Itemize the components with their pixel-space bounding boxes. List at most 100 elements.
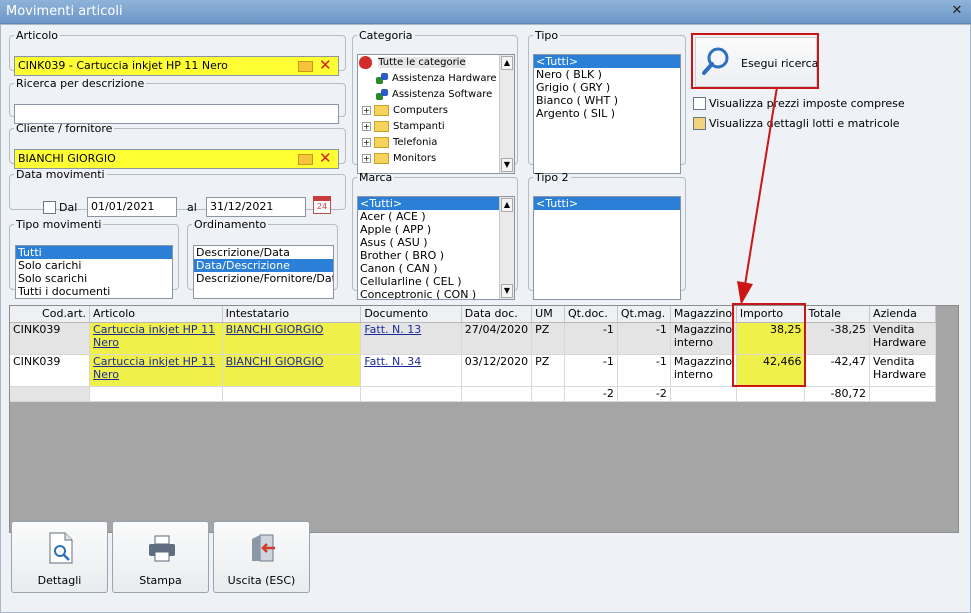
tree-root[interactable]: Tutte le categorie [358,55,514,71]
tipo-item[interactable]: Nero ( BLK ) [534,68,680,81]
categoria-scrollbar[interactable]: ▲ ▼ [499,55,514,173]
totals-cell [736,386,806,402]
tipo-movimenti-item[interactable]: Solo carichi [16,259,172,272]
tree-item[interactable]: + Computers [358,103,514,119]
cell-link[interactable]: BIANCHI GIORGIO [226,323,324,336]
tree-item[interactable]: + Monitors [358,151,514,167]
dal-label: Dal [59,201,78,214]
uscita-button[interactable]: Uscita (ESC) [213,521,310,593]
scroll-down-icon[interactable]: ▼ [501,158,513,172]
tipo-item[interactable]: Grigio ( GRY ) [534,81,680,94]
table-cell: 03/12/2020 [461,354,533,387]
expand-icon[interactable]: + [362,105,371,115]
table-cell[interactable]: Cartuccia inkjet HP 11 Nero [89,354,223,387]
column-header[interactable]: Articolo [89,306,223,323]
close-icon[interactable]: ✕ [949,4,965,18]
tipo-item[interactable]: Argento ( SIL ) [534,107,680,120]
column-header[interactable]: Data doc. [461,306,533,323]
folder-open-icon[interactable] [298,61,313,72]
folder-open-icon[interactable] [298,154,313,165]
tree-item[interactable]: + Telefonia [358,135,514,151]
column-header[interactable]: Intestatario [222,306,362,323]
scroll-down-icon[interactable]: ▼ [501,284,513,298]
marca-item[interactable]: Conceptronic ( CON ) [358,288,514,299]
totals-cell [222,386,362,402]
annotation-arrow [737,86,778,305]
column-header[interactable]: UM [531,306,565,323]
tree-item[interactable]: + Stampanti [358,119,514,135]
tipo-movimenti-item[interactable]: Solo scarichi [16,272,172,285]
clear-icon[interactable]: ✕ [319,149,332,167]
cell-link[interactable]: Fatt. N. 34 [364,355,421,368]
tipo-item[interactable]: Bianco ( WHT ) [534,94,680,107]
marca-item[interactable]: Asus ( ASU ) [358,236,514,249]
tipo-list[interactable]: <Tutti> Nero ( BLK ) Grigio ( GRY ) Bianco … [533,54,681,174]
exit-icon [252,534,275,562]
ordinamento-item[interactable]: Descrizione/Data [194,246,333,259]
descrizione-input[interactable] [14,104,339,124]
date-from-input[interactable]: 01/01/2021 [87,197,177,217]
dettagli-checkbox[interactable] [693,117,706,130]
stampa-button-label: Stampa [139,574,182,587]
marca-item[interactable]: Apple ( APP ) [358,223,514,236]
table-cell[interactable]: Cartuccia inkjet HP 11 Nero [89,322,223,355]
tipo2-list[interactable]: <Tutti> [533,196,681,300]
expand-icon[interactable]: + [362,137,371,147]
dettagli-button[interactable]: Dettagli [11,521,108,593]
cell-link[interactable]: Cartuccia inkjet HP 11 Nero [93,323,215,349]
al-label: al [187,201,197,214]
articolo-field[interactable]: CINK039 - Cartuccia inkjet HP 11 Nero [14,56,339,76]
marca-item[interactable]: Canon ( CAN ) [358,262,514,275]
tipo-movimenti-item[interactable]: Tutti [16,246,172,259]
stampa-button[interactable]: Stampa [112,521,209,593]
dal-checkbox[interactable] [43,201,56,214]
cell-link[interactable]: Fatt. N. 13 [364,323,421,336]
expand-icon[interactable]: + [362,121,371,131]
column-header[interactable]: Qt.mag. [617,306,671,323]
table-cell: -1 [617,354,671,387]
column-header[interactable]: Documento [360,306,462,323]
marca-item[interactable]: Brother ( BRO ) [358,249,514,262]
table-cell[interactable]: BIANCHI GIORGIO [222,354,362,387]
marca-item[interactable]: Cellularline ( CEL ) [358,275,514,288]
ordinamento-item[interactable]: Descrizione/Fornitore/Data [194,272,333,285]
table-cell[interactable]: BIANCHI GIORGIO [222,322,362,355]
table-row[interactable]: CINK039 Cartuccia inkjet HP 11 Nero BIANCH… [10,322,936,355]
marca-scrollbar[interactable]: ▲ ▼ [499,197,514,299]
expand-icon[interactable]: + [362,153,371,163]
uscita-button-label: Uscita (ESC) [227,574,296,587]
marca-item[interactable]: Acer ( ACE ) [358,210,514,223]
date-to-input[interactable]: 31/12/2021 [206,197,306,217]
calendar-icon[interactable]: 24 [313,196,331,214]
column-header[interactable]: Importo [736,306,806,323]
table-row[interactable]: CINK039 Cartuccia inkjet HP 11 Nero BIANCH… [10,354,936,387]
cliente-field[interactable]: BIANCHI GIORGIO [14,149,339,169]
tipo-movimenti-list[interactable]: Tutti Solo carichi Solo scarichi Tutti i do… [15,245,173,299]
cell-link[interactable]: BIANCHI GIORGIO [226,355,324,368]
column-header[interactable]: Cod.art. [10,306,91,323]
column-header[interactable]: Magazzino [670,306,737,323]
table-cell[interactable]: Fatt. N. 13 [360,322,462,355]
prezzi-checkbox[interactable] [693,97,706,110]
marca-list[interactable]: <Tutti> Acer ( ACE ) Apple ( APP ) Asus ( A… [357,196,515,300]
tree-item[interactable]: Assistenza Hardware [358,71,514,87]
cell-link[interactable]: Cartuccia inkjet HP 11 Nero [93,355,215,381]
scroll-up-icon[interactable]: ▲ [501,198,513,212]
tree-item[interactable]: Assistenza Software [358,87,514,103]
scroll-up-icon[interactable]: ▲ [501,56,513,70]
column-header[interactable]: Qt.doc. [564,306,618,323]
folder-icon [374,104,389,116]
results-grid[interactable]: Cod.art. Articolo Intestatario Documento Dat… [9,305,959,533]
column-header[interactable]: Totale [804,306,871,323]
search-button[interactable]: Esegui ricerca [695,37,818,87]
tipo-movimenti-item[interactable]: Tutti i documenti [16,285,172,298]
clear-icon[interactable]: ✕ [319,56,332,74]
table-cell[interactable]: Fatt. N. 34 [360,354,462,387]
column-header[interactable]: Azienda [869,306,936,323]
tipo-item[interactable]: <Tutti> [534,55,680,68]
marca-item[interactable]: <Tutti> [358,197,514,210]
tipo2-item[interactable]: <Tutti> [534,197,680,210]
ordinamento-item[interactable]: Data/Descrizione [194,259,333,272]
ordinamento-list[interactable]: Descrizione/Data Data/Descrizione Descrizi… [193,245,334,299]
categoria-tree[interactable]: Tutte le categorie Assistenza Hardware A… [357,54,515,174]
